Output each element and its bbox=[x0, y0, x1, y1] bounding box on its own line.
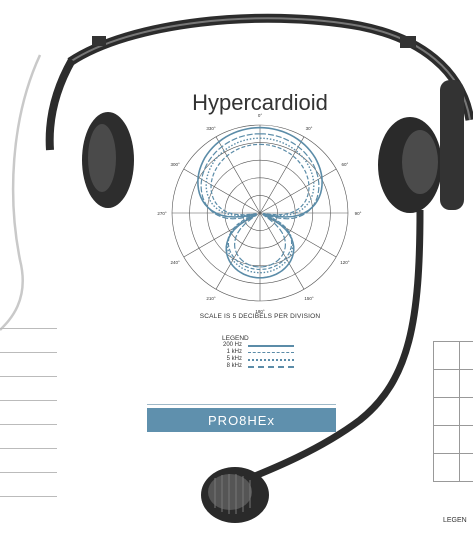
rule-line bbox=[0, 376, 57, 377]
grid-spoke bbox=[215, 136, 261, 214]
model-name: PRO8HEx bbox=[208, 413, 275, 428]
angle-label: 300° bbox=[170, 162, 180, 167]
angle-label: 120° bbox=[340, 260, 350, 265]
angle-label: 60° bbox=[341, 162, 348, 167]
legend-label: 1 kHz bbox=[226, 349, 242, 355]
rule-line bbox=[0, 424, 57, 425]
angle-label: 150° bbox=[304, 296, 314, 301]
scale-note: SCALE IS 5 DECIBELS PER DIVISION bbox=[199, 313, 321, 320]
angle-label: 270° bbox=[157, 211, 167, 216]
polar-chart: 0°30°60°90°120°150°180°210°240°270°300°3… bbox=[157, 113, 362, 314]
rule-line bbox=[0, 328, 57, 329]
rule-line bbox=[0, 496, 57, 497]
grid-spoke bbox=[183, 168, 261, 214]
angle-label: 240° bbox=[170, 260, 180, 265]
grid-spoke bbox=[259, 136, 305, 214]
legend-title: LEGEND bbox=[222, 335, 249, 342]
rule-line bbox=[0, 400, 57, 401]
legend-label: 200 Hz bbox=[222, 342, 242, 348]
angle-label: 30° bbox=[306, 126, 313, 131]
rule-line bbox=[0, 472, 57, 473]
angle-label: 330° bbox=[206, 126, 216, 131]
legend-label: 5 kHz bbox=[226, 356, 242, 362]
chart-title: Hypercardioid bbox=[192, 90, 328, 115]
grid-spoke bbox=[259, 168, 337, 214]
divider bbox=[147, 404, 336, 405]
spec-table-grid bbox=[433, 341, 473, 482]
polar-grid bbox=[171, 124, 349, 302]
rule-line bbox=[0, 448, 57, 449]
angle-label: 90° bbox=[355, 211, 362, 216]
legend-label: 8 kHz bbox=[226, 363, 242, 369]
legend-item-8khz: 8 kHz bbox=[200, 363, 294, 371]
product-page: 0° 30° 60° 90° 120° 150° 180° 210° 240° 270° 300° 3… bbox=[0, 0, 473, 533]
rule-line bbox=[0, 352, 57, 353]
right-legend-label: LEGEN bbox=[443, 517, 467, 524]
angle-label: 210° bbox=[206, 296, 216, 301]
